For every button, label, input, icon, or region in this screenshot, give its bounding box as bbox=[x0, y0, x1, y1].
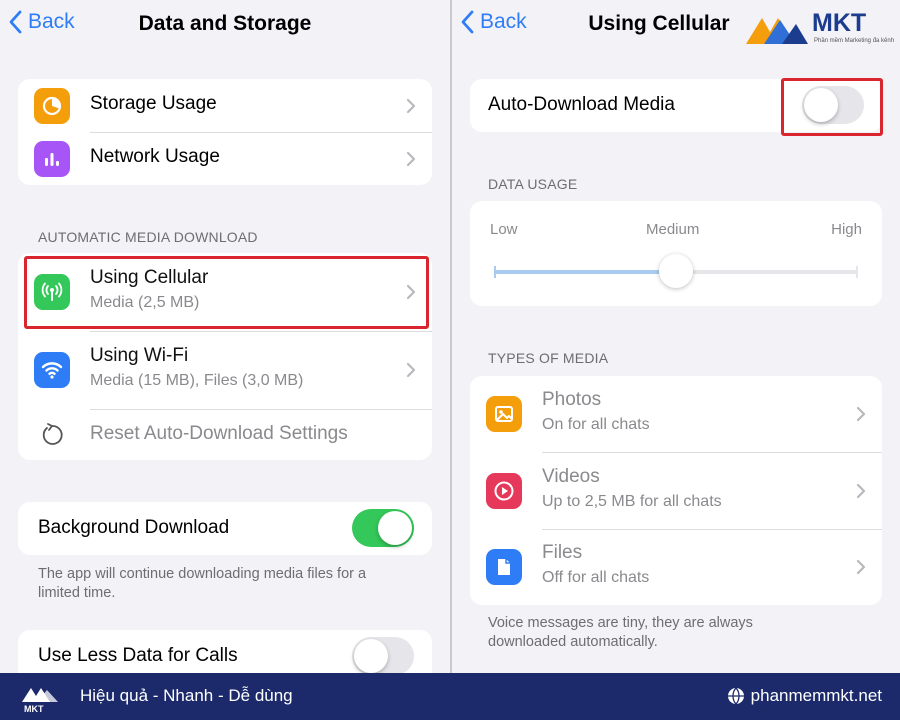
reset-auto-download-label: Reset Auto-Download Settings bbox=[90, 423, 348, 444]
videos-text: Videos Up to 2,5 MB for all chats bbox=[542, 466, 722, 511]
less-data-calls-toggle[interactable] bbox=[352, 637, 414, 673]
using-wifi-label: Using Wi-Fi bbox=[90, 345, 189, 366]
files-label: Files bbox=[542, 542, 583, 563]
auto-download-media-label: Auto-Download Media bbox=[488, 94, 675, 115]
data-usage-group: Low Medium High bbox=[470, 201, 882, 306]
slider-thumb[interactable] bbox=[659, 254, 693, 288]
background-download-label: Background Download bbox=[38, 517, 230, 538]
logo-text: MKT bbox=[812, 9, 867, 37]
data-and-storage-screen: Back Data and Storage Storage Usage Netw… bbox=[0, 0, 450, 673]
highlight-using-cellular bbox=[24, 256, 429, 329]
slider-tick bbox=[856, 266, 858, 278]
data-usage-header: DATA USAGE bbox=[488, 176, 578, 192]
slider-high-label: High bbox=[831, 221, 862, 238]
network-usage-row[interactable]: Network Usage bbox=[18, 132, 432, 185]
brand-slogan: Hiệu quả - Nhanh - Dễ dùng bbox=[80, 686, 293, 705]
using-wifi-sub: Media (15 MB), Files (3,0 MB) bbox=[90, 372, 304, 389]
storage-usage-row[interactable]: Storage Usage bbox=[18, 79, 432, 132]
file-icon bbox=[486, 549, 522, 585]
files-row[interactable]: Files Off for all chats bbox=[470, 529, 882, 605]
reset-icon bbox=[34, 417, 70, 453]
photo-icon bbox=[486, 396, 522, 432]
navigation-bar: Back Using Cellular MKT Phần mềm Marketi… bbox=[452, 0, 900, 52]
svg-text:MKT: MKT bbox=[24, 704, 44, 714]
chevron-right-icon bbox=[856, 559, 866, 575]
types-of-media-header: TYPES OF MEDIA bbox=[488, 350, 609, 366]
videos-row[interactable]: Videos Up to 2,5 MB for all chats bbox=[470, 452, 882, 529]
website-text: phanmemmkt.net bbox=[750, 686, 882, 705]
brand-website[interactable]: phanmemmkt.net bbox=[727, 686, 882, 706]
photos-row[interactable]: Photos On for all chats bbox=[470, 376, 882, 452]
slider-fill bbox=[494, 270, 676, 274]
background-download-note: The app will continue downloading media … bbox=[38, 566, 367, 601]
auto-download-header: AUTOMATIC MEDIA DOWNLOAD bbox=[38, 229, 258, 245]
page-title: Data and Storage bbox=[138, 12, 312, 35]
bar-chart-icon bbox=[34, 140, 70, 177]
slider-low-label: Low bbox=[490, 221, 518, 238]
logo-subtext: Phần mềm Marketing đa kênh bbox=[814, 38, 895, 44]
background-download-row: Background Download bbox=[18, 502, 432, 555]
network-usage-label: Network Usage bbox=[90, 146, 220, 167]
brand-bar: MKT Hiệu quả - Nhanh - Dễ dùng phanmemmk… bbox=[0, 673, 900, 720]
less-data-calls-label: Use Less Data for Calls bbox=[38, 645, 238, 666]
chevron-right-icon bbox=[406, 151, 416, 166]
chevron-right-icon bbox=[856, 483, 866, 498]
pie-chart-icon bbox=[34, 87, 70, 124]
photos-text: Photos On for all chats bbox=[542, 389, 650, 434]
toggle-knob bbox=[354, 639, 388, 673]
files-text: Files Off for all chats bbox=[542, 542, 649, 587]
chevron-right-icon bbox=[406, 362, 416, 378]
data-usage-slider[interactable] bbox=[494, 254, 858, 288]
voice-messages-note: Voice messages are tiny, they are always… bbox=[488, 615, 753, 650]
using-cellular-screen: Back Using Cellular MKT Phần mềm Marketi… bbox=[452, 0, 900, 673]
using-wifi-text: Using Wi-Fi Media (15 MB), Files (3,0 MB… bbox=[90, 345, 303, 390]
video-play-icon bbox=[486, 473, 522, 509]
usage-group: Storage Usage Network Usage bbox=[18, 79, 432, 185]
media-types-group: Photos On for all chats Videos Up to 2,5… bbox=[470, 376, 882, 605]
slider-tick bbox=[494, 266, 496, 278]
less-data-calls-group: Use Less Data for Calls bbox=[18, 630, 432, 673]
chevron-right-icon bbox=[406, 98, 416, 113]
mkt-mini-logo: MKT bbox=[22, 688, 58, 714]
highlight-auto-download-toggle bbox=[781, 78, 883, 136]
videos-label: Videos bbox=[542, 466, 600, 487]
files-sub: Off for all chats bbox=[542, 569, 650, 586]
less-data-calls-row: Use Less Data for Calls bbox=[18, 630, 432, 673]
background-download-group: Background Download bbox=[18, 502, 432, 555]
photos-sub: On for all chats bbox=[542, 416, 650, 433]
videos-sub: Up to 2,5 MB for all chats bbox=[542, 493, 722, 510]
wifi-icon bbox=[34, 352, 70, 388]
globe-icon bbox=[727, 687, 744, 705]
toggle-knob bbox=[378, 511, 412, 545]
mkt-logo: MKT Phần mềm Marketing đa kênh bbox=[744, 8, 894, 48]
mkt-logo-mark bbox=[746, 18, 808, 44]
storage-usage-label: Storage Usage bbox=[90, 93, 217, 114]
background-download-toggle[interactable] bbox=[352, 509, 414, 547]
reset-auto-download-row[interactable]: Reset Auto-Download Settings bbox=[18, 409, 432, 460]
using-wifi-row[interactable]: Using Wi-Fi Media (15 MB), Files (3,0 MB… bbox=[18, 331, 432, 409]
slider-medium-label: Medium bbox=[646, 221, 700, 238]
chevron-right-icon bbox=[856, 406, 866, 422]
navigation-bar: Back Data and Storage bbox=[0, 0, 450, 52]
photos-label: Photos bbox=[542, 389, 602, 410]
